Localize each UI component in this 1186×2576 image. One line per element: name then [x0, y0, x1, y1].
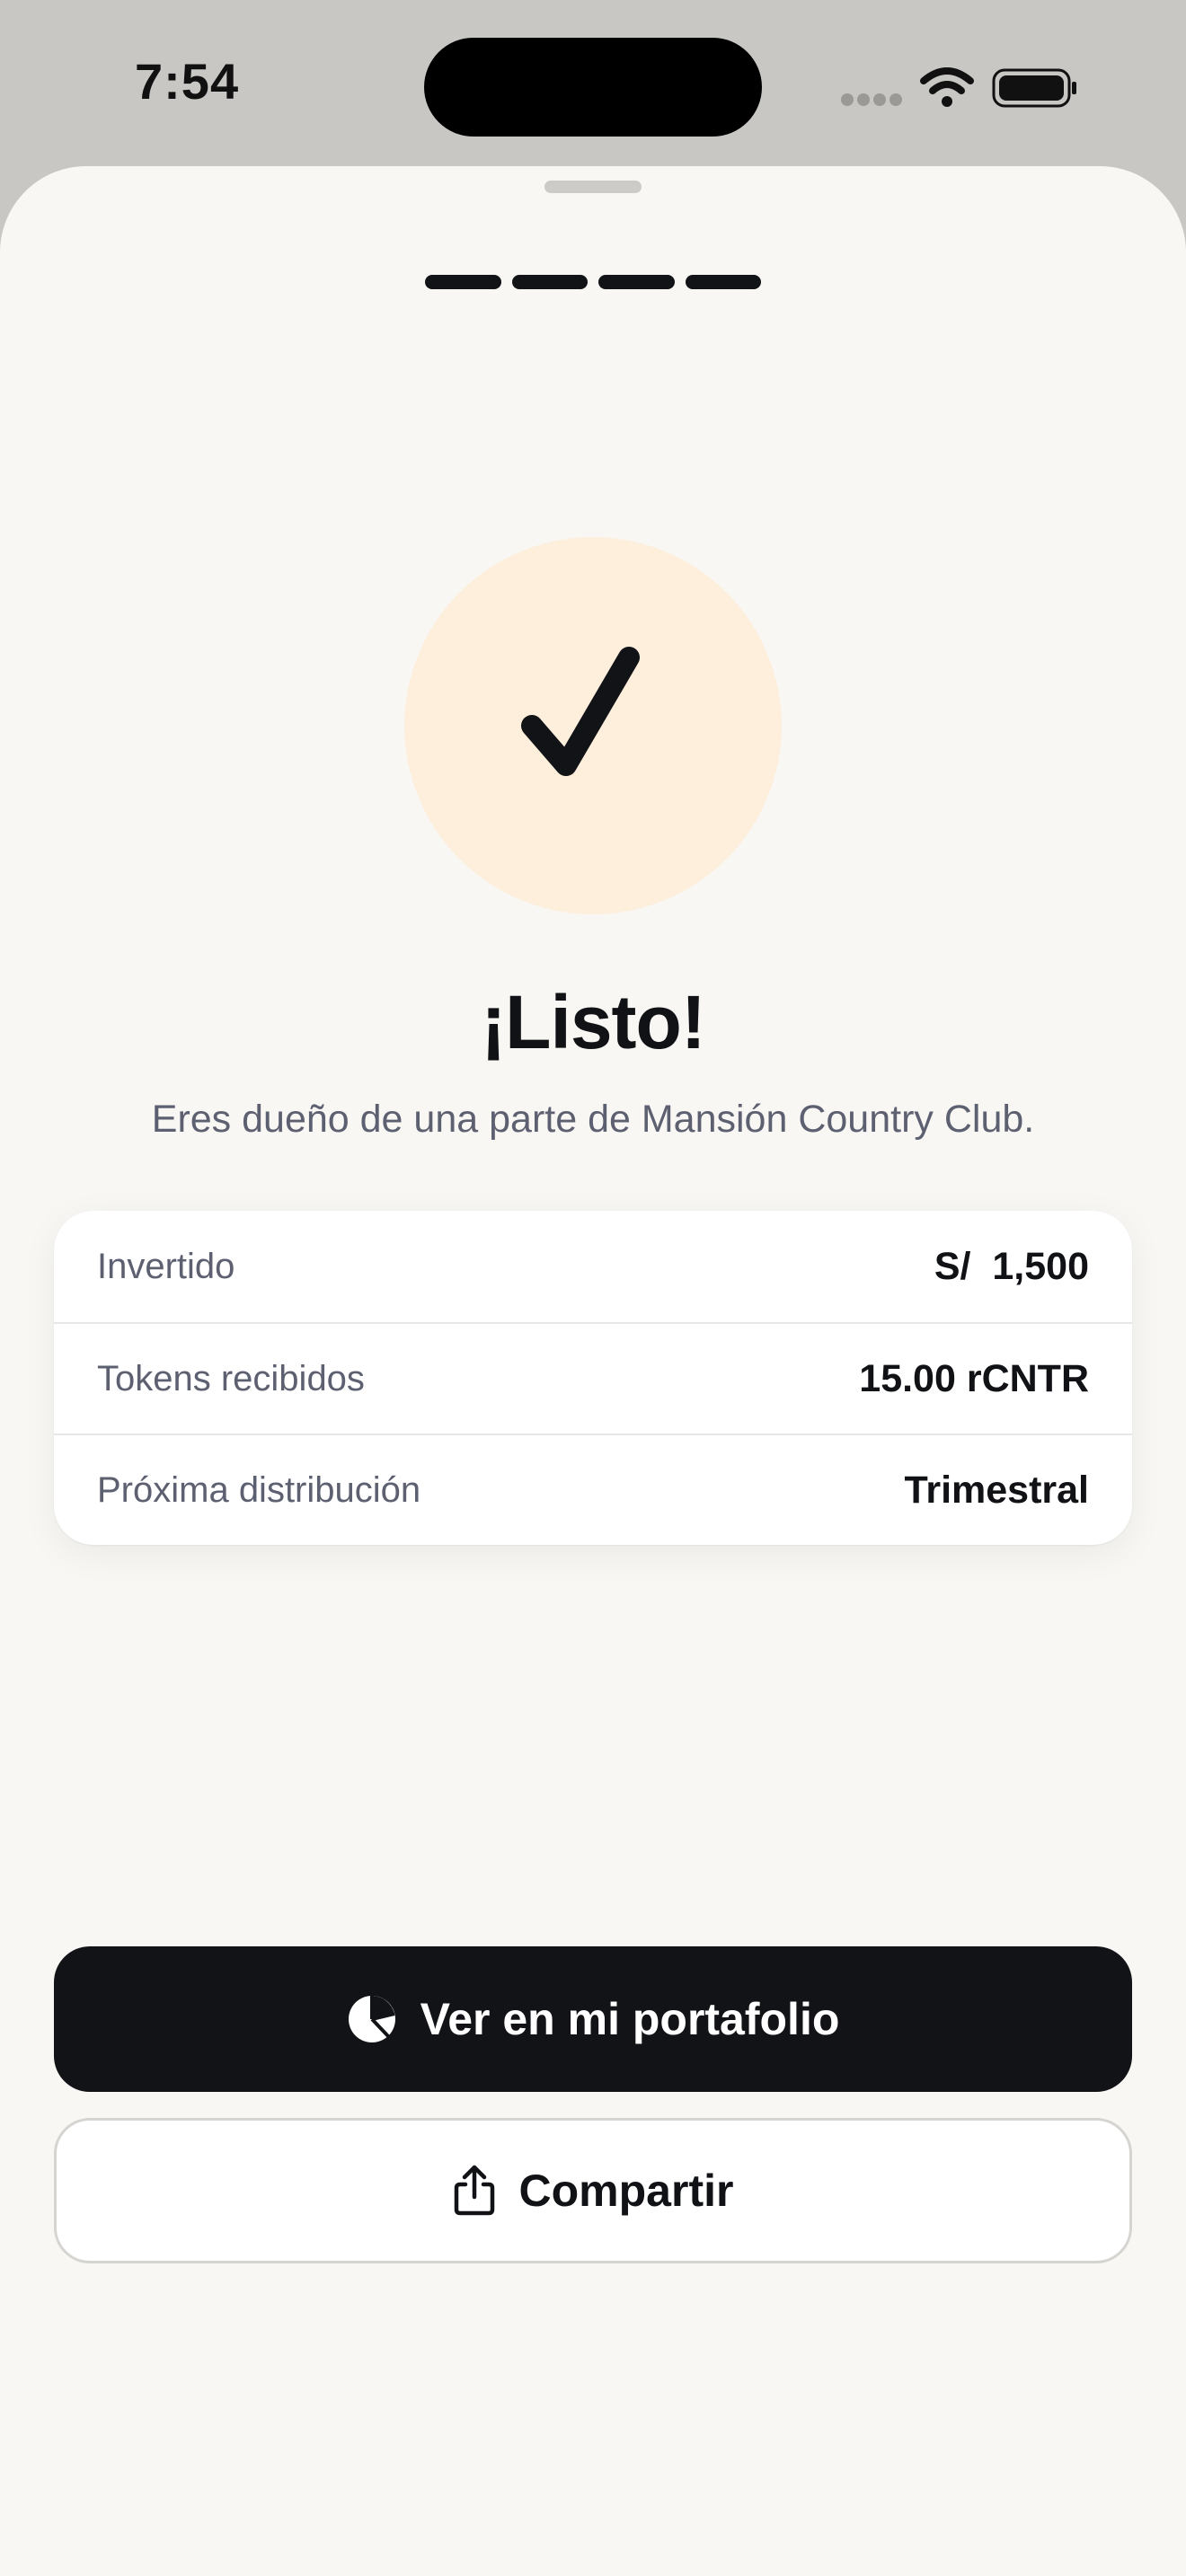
- checkmark-icon: [521, 647, 640, 776]
- success-subtitle: Eres dueño de una parte de Mansión Count…: [151, 1098, 1035, 1141]
- summary-row-tokens: Tokens recibidos 15.00 rCNTR: [54, 1322, 1132, 1434]
- progress-segment: [598, 275, 675, 289]
- view-portfolio-label: Ver en mi portafolio: [420, 1994, 840, 2044]
- step-progress-indicator: [425, 275, 761, 289]
- share-button[interactable]: Compartir: [54, 2118, 1132, 2263]
- status-time: 7:54: [135, 53, 240, 110]
- pie-chart-icon: [348, 1996, 395, 2042]
- summary-row-distribution: Próxima distribución Trimestral: [54, 1434, 1132, 1545]
- summary-value: 15.00 rCNTR: [859, 1356, 1089, 1400]
- sheet-grabber[interactable]: [544, 181, 642, 193]
- cellular-signal-icon: [841, 93, 902, 106]
- progress-segment: [685, 275, 761, 289]
- summary-value: S/ 1,500: [934, 1244, 1089, 1288]
- status-bar: 7:54: [0, 0, 1186, 166]
- dynamic-island: [424, 38, 762, 137]
- success-badge: [404, 537, 782, 914]
- summary-row-invested: Invertido S/ 1,500: [54, 1211, 1132, 1322]
- share-label: Compartir: [518, 2166, 734, 2216]
- summary-label: Tokens recibidos: [97, 1358, 365, 1398]
- view-portfolio-button[interactable]: Ver en mi portafolio: [54, 1946, 1132, 2092]
- summary-label: Próxima distribución: [97, 1469, 421, 1510]
- summary-label: Invertido: [97, 1246, 235, 1286]
- success-title: ¡Listo!: [481, 980, 706, 1064]
- wifi-icon: [920, 67, 974, 107]
- battery-icon: [992, 68, 1076, 108]
- investment-summary-card: Invertido S/ 1,500 Tokens recibidos 15.0…: [54, 1211, 1132, 1545]
- progress-segment: [425, 275, 501, 289]
- share-icon: [454, 2165, 494, 2216]
- summary-value: Trimestral: [904, 1468, 1089, 1512]
- progress-segment: [511, 275, 588, 289]
